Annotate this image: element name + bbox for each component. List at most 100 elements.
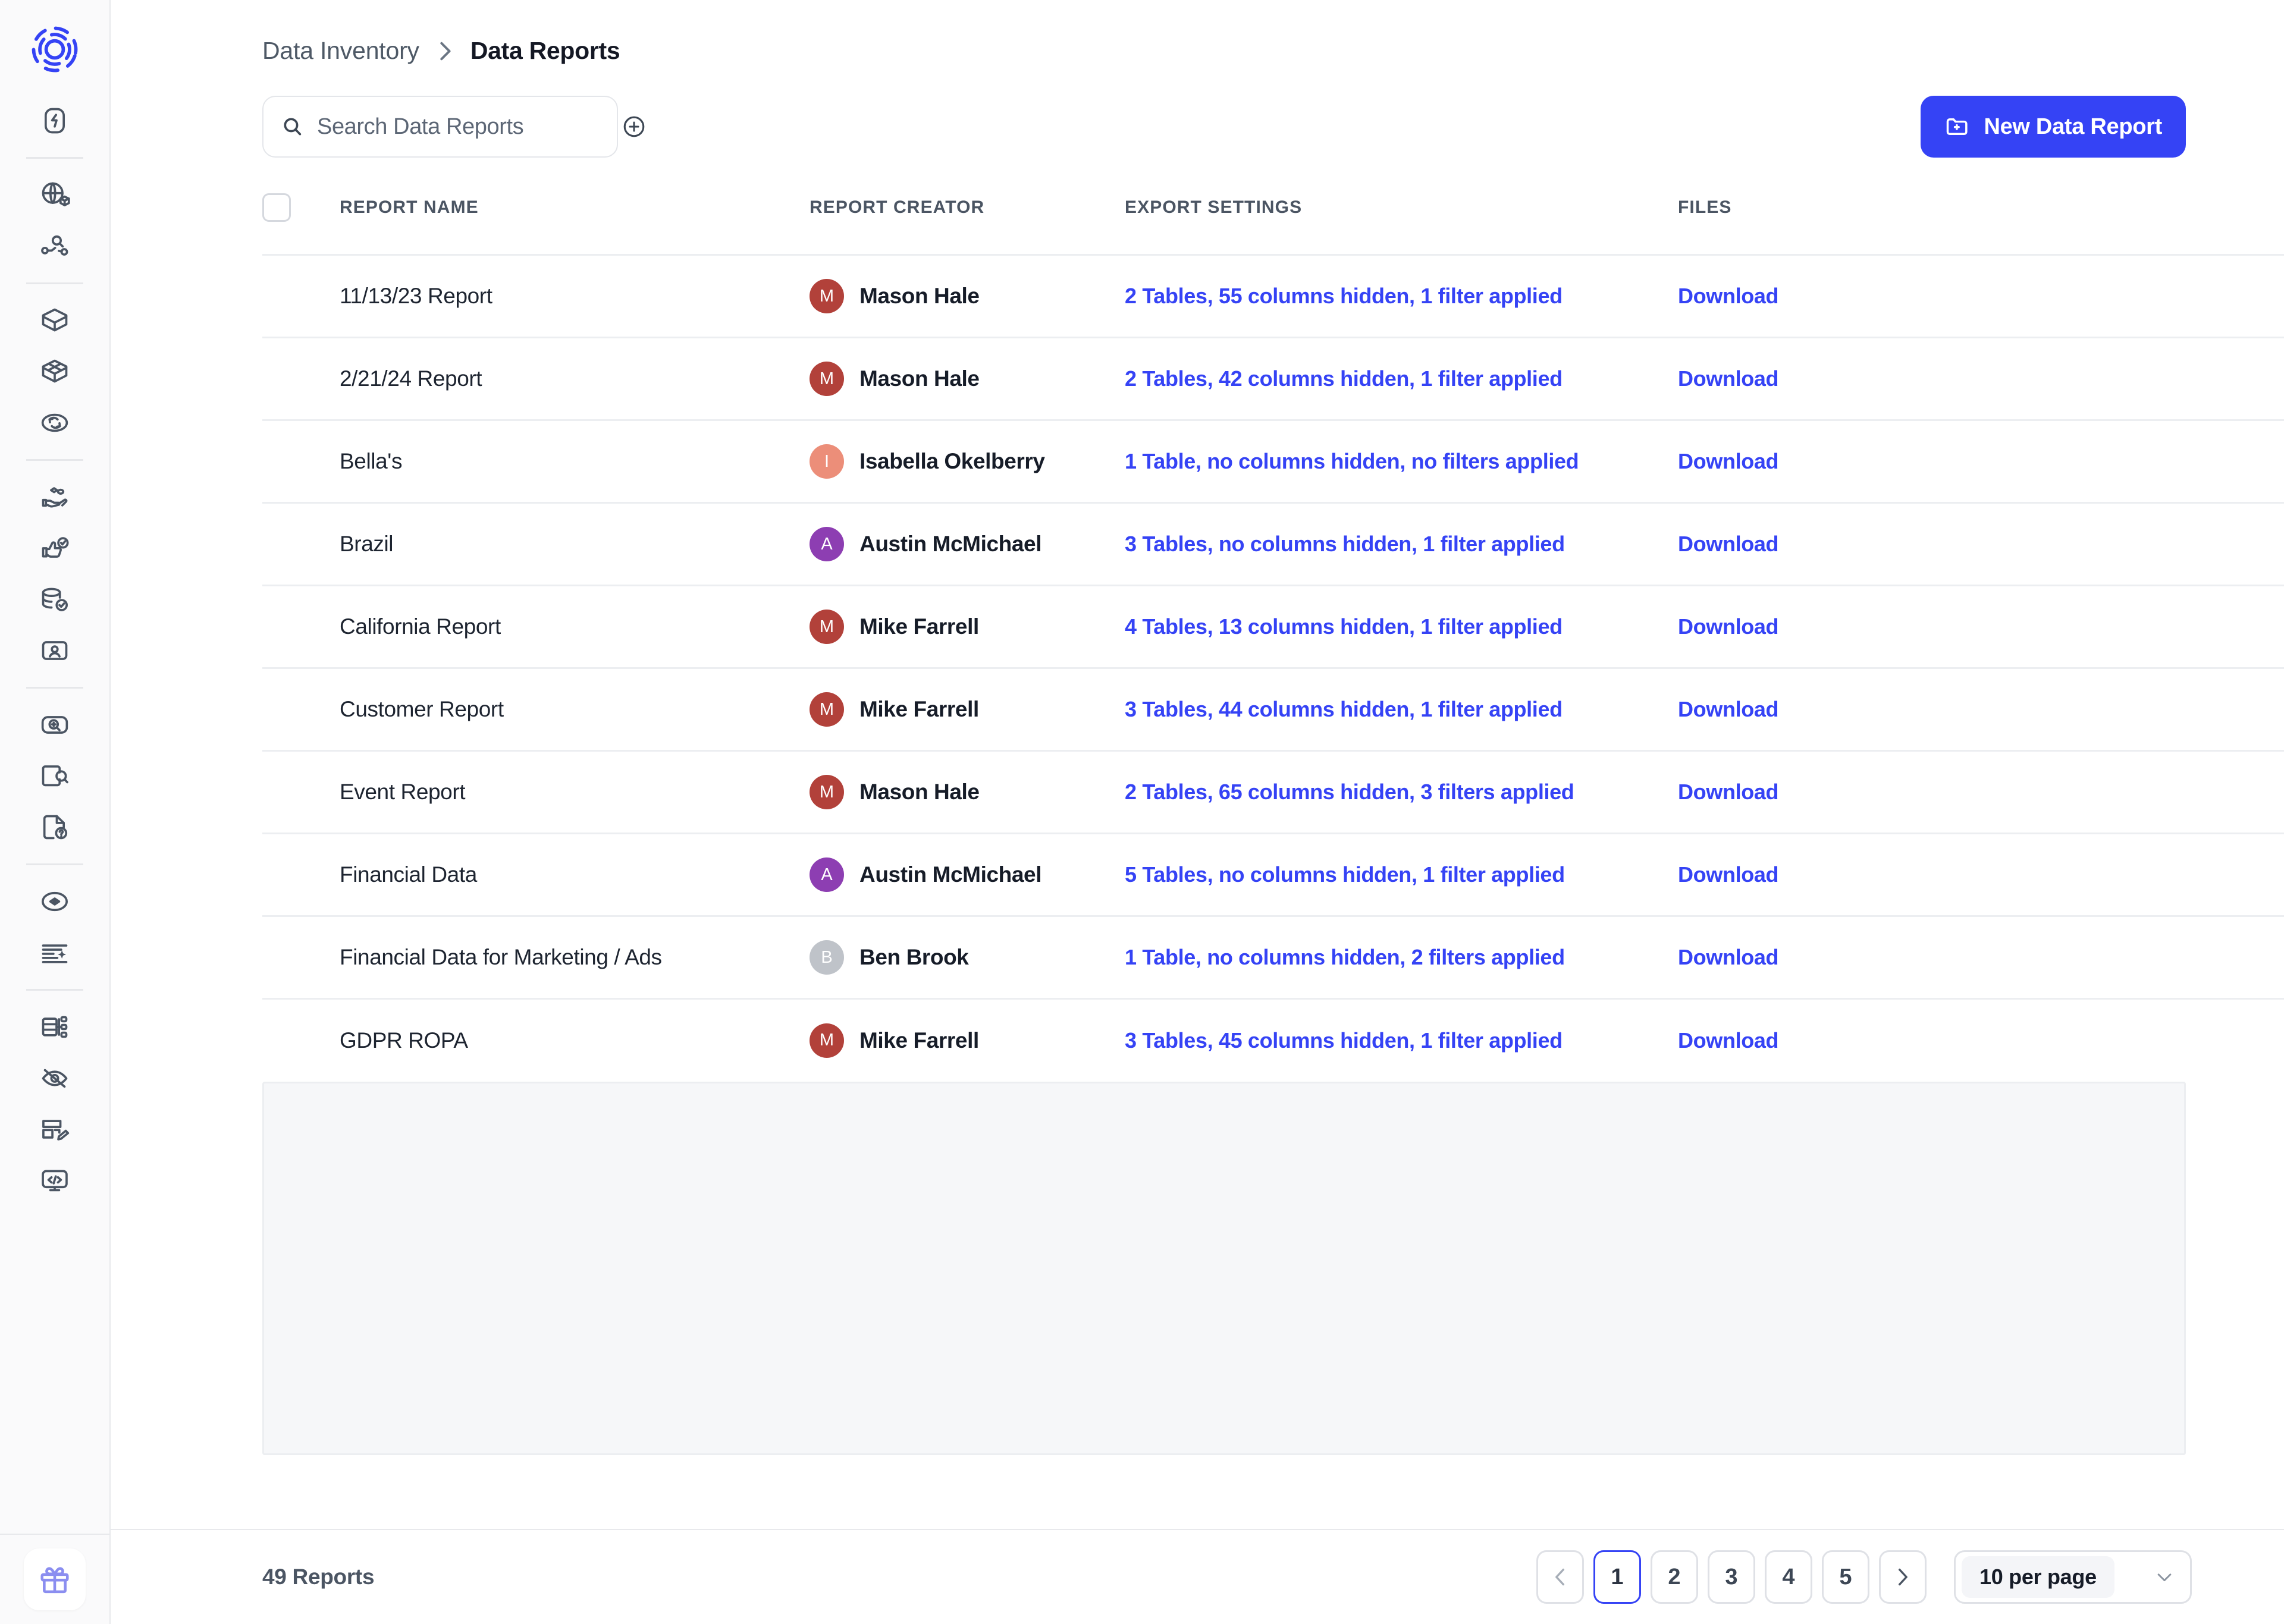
- search-input[interactable]: [317, 114, 608, 140]
- download-link[interactable]: Download: [1678, 697, 1779, 721]
- cell-files: Download: [1678, 916, 2284, 999]
- download-link[interactable]: Download: [1678, 780, 1779, 804]
- pagination-page-button[interactable]: 3: [1708, 1550, 1755, 1604]
- sidebar-item-discovery[interactable]: [22, 699, 87, 750]
- breadcrumb: Data Inventory Data Reports: [111, 0, 2284, 65]
- export-settings-link[interactable]: 2 Tables, 65 columns hidden, 3 filters a…: [1125, 780, 1574, 804]
- download-link[interactable]: Download: [1678, 862, 1779, 887]
- download-link[interactable]: Download: [1678, 1028, 1779, 1053]
- export-settings-link[interactable]: 1 Table, no columns hidden, 2 filters ap…: [1125, 945, 1565, 969]
- sidebar-item-preferences[interactable]: [22, 523, 87, 574]
- sidebar-divider-5: [26, 863, 83, 865]
- sidebar-item-ai-summaries[interactable]: [22, 927, 87, 978]
- pagination-prev-button[interactable]: [1536, 1550, 1584, 1604]
- sidebar-item-actions[interactable]: [22, 95, 87, 146]
- plus-circle-icon[interactable]: [621, 114, 647, 140]
- export-settings-link[interactable]: 3 Tables, no columns hidden, 1 filter ap…: [1125, 532, 1565, 556]
- cell-export-settings: 2 Tables, 55 columns hidden, 1 filter ap…: [1125, 255, 1678, 338]
- export-settings-link[interactable]: 4 Tables, 13 columns hidden, 1 filter ap…: [1125, 614, 1563, 639]
- table-row[interactable]: 11/13/23 Report M Mason Hale 2 Tables, 55 c…: [262, 255, 2284, 338]
- breadcrumb-parent[interactable]: Data Inventory: [262, 37, 419, 65]
- cell-report-creator: M Mike Farrell: [810, 999, 1125, 1082]
- pagination-page-button[interactable]: 1: [1593, 1550, 1641, 1604]
- sidebar-item-developer[interactable]: [22, 1155, 87, 1206]
- pagination-page-button[interactable]: 2: [1651, 1550, 1698, 1604]
- concentric-dashed-rings-logo-icon: [32, 26, 78, 73]
- database-check-icon: [42, 588, 68, 611]
- sidebar-item-data-reports[interactable]: [22, 1001, 87, 1053]
- search-box[interactable]: [262, 96, 645, 158]
- avatar: M: [810, 692, 844, 727]
- new-data-report-label: New Data Report: [1984, 114, 2162, 139]
- sidebar-item-masking[interactable]: [22, 1053, 87, 1104]
- sidebar-item-data-sources[interactable]: [22, 574, 87, 625]
- export-settings-link[interactable]: 2 Tables, 55 columns hidden, 1 filter ap…: [1125, 284, 1563, 308]
- download-link[interactable]: Download: [1678, 945, 1779, 969]
- sidebar-item-data-mapping[interactable]: [22, 169, 87, 221]
- app-root: Data Inventory Data Reports Search Data …: [0, 0, 2284, 1624]
- creator-name: Mason Hale: [859, 284, 980, 308]
- row-select-cell: [262, 503, 340, 586]
- sidebar-item-identifiers[interactable]: [22, 625, 87, 676]
- cell-report-name: Financial Data: [340, 862, 477, 887]
- sidebar-item-requests[interactable]: [22, 802, 87, 853]
- sidebar-item-templates[interactable]: [22, 1104, 87, 1155]
- sidebar-item-data-lineage[interactable]: [22, 221, 87, 272]
- table-row[interactable]: GDPR ROPA M Mike Farrell 3 Tables, 45 colum…: [262, 998, 2284, 1082]
- sidebar-item-consent[interactable]: [22, 472, 87, 523]
- gift-button[interactable]: [24, 1548, 86, 1610]
- per-page-select[interactable]: 10 per page: [1954, 1550, 2192, 1604]
- sidebar-item-data-flows[interactable]: [22, 397, 87, 448]
- table-row[interactable]: 2/21/24 Report M Mason Hale 2 Tables, 42 co…: [262, 337, 2284, 420]
- row-select-cell: [262, 255, 340, 338]
- cell-report-name: Customer Report: [340, 697, 504, 721]
- search-icon: [284, 118, 302, 136]
- screen-search-plus-icon: [41, 716, 68, 734]
- select-all-checkbox[interactable]: [262, 193, 291, 222]
- file-question-icon: [43, 815, 68, 840]
- cell-report-creator: B Ben Brook: [810, 916, 1125, 999]
- new-data-report-button[interactable]: New Data Report: [1921, 96, 2186, 158]
- download-link[interactable]: Download: [1678, 449, 1779, 473]
- export-settings-link[interactable]: 1 Table, no columns hidden, no filters a…: [1125, 449, 1579, 473]
- table-row[interactable]: Bella's I Isabella Okelberry 1 Table, no co…: [262, 420, 2284, 503]
- table-row[interactable]: Event Report M Mason Hale 2 Tables, 65 colu…: [262, 750, 2284, 834]
- sidebar: [0, 0, 111, 1624]
- pagination-page-button[interactable]: 5: [1822, 1550, 1869, 1604]
- table-row[interactable]: Financial Data for Marketing / Ads B Ben B…: [262, 916, 2284, 999]
- pagination-pages: 12345: [1593, 1550, 1869, 1604]
- export-settings-link[interactable]: 2 Tables, 42 columns hidden, 1 filter ap…: [1125, 366, 1563, 391]
- download-link[interactable]: Download: [1678, 366, 1779, 391]
- sidebar-item-data-silos[interactable]: [22, 295, 87, 346]
- download-link[interactable]: Download: [1678, 284, 1779, 308]
- export-settings-link[interactable]: 5 Tables, no columns hidden, 1 filter ap…: [1125, 862, 1565, 887]
- sidebar-item-scans[interactable]: [22, 750, 87, 802]
- creator-name: Mike Farrell: [859, 697, 979, 721]
- column-header-report-creator[interactable]: REPORT CREATOR: [810, 193, 1125, 255]
- table-row[interactable]: California Report M Mike Farrell 4 Tables, …: [262, 585, 2284, 668]
- export-settings-link[interactable]: 3 Tables, 44 columns hidden, 1 filter ap…: [1125, 697, 1563, 721]
- sidebar-nav: [0, 95, 109, 1206]
- cell-files: Download: [1678, 420, 2284, 503]
- table-row[interactable]: Brazil A Austin McMichael 3 Tables, no colu…: [262, 502, 2284, 586]
- export-settings-link[interactable]: 3 Tables, 45 columns hidden, 1 filter ap…: [1125, 1028, 1563, 1053]
- pagination-next-button[interactable]: [1879, 1550, 1927, 1604]
- table-row[interactable]: Customer Report M Mike Farrell 3 Tables, 44…: [262, 668, 2284, 751]
- chevron-left-icon: [1555, 1568, 1565, 1586]
- column-header-files[interactable]: FILES: [1678, 193, 2284, 255]
- cell-report-creator: A Austin McMichael: [810, 834, 1125, 916]
- cell-files: Download: [1678, 586, 2284, 668]
- table-row[interactable]: Financial Data A Austin McMichael 5 Tables,…: [262, 833, 2284, 916]
- sidebar-item-assessments[interactable]: [22, 876, 87, 927]
- column-header-report-name[interactable]: REPORT NAME: [340, 193, 810, 255]
- column-header-export-settings[interactable]: EXPORT SETTINGS: [1125, 193, 1678, 255]
- avatar: M: [810, 775, 844, 809]
- node-graph-search-icon: [41, 235, 68, 256]
- pagination-page-button[interactable]: 4: [1765, 1550, 1812, 1604]
- app-logo[interactable]: [22, 17, 87, 82]
- table-nodes-icon: [42, 1016, 68, 1038]
- download-link[interactable]: Download: [1678, 532, 1779, 556]
- sidebar-item-data-inventory[interactable]: [22, 346, 87, 397]
- download-link[interactable]: Download: [1678, 614, 1779, 639]
- reports-table: REPORT NAME REPORT CREATOR EXPORT SETTIN…: [262, 193, 2284, 1082]
